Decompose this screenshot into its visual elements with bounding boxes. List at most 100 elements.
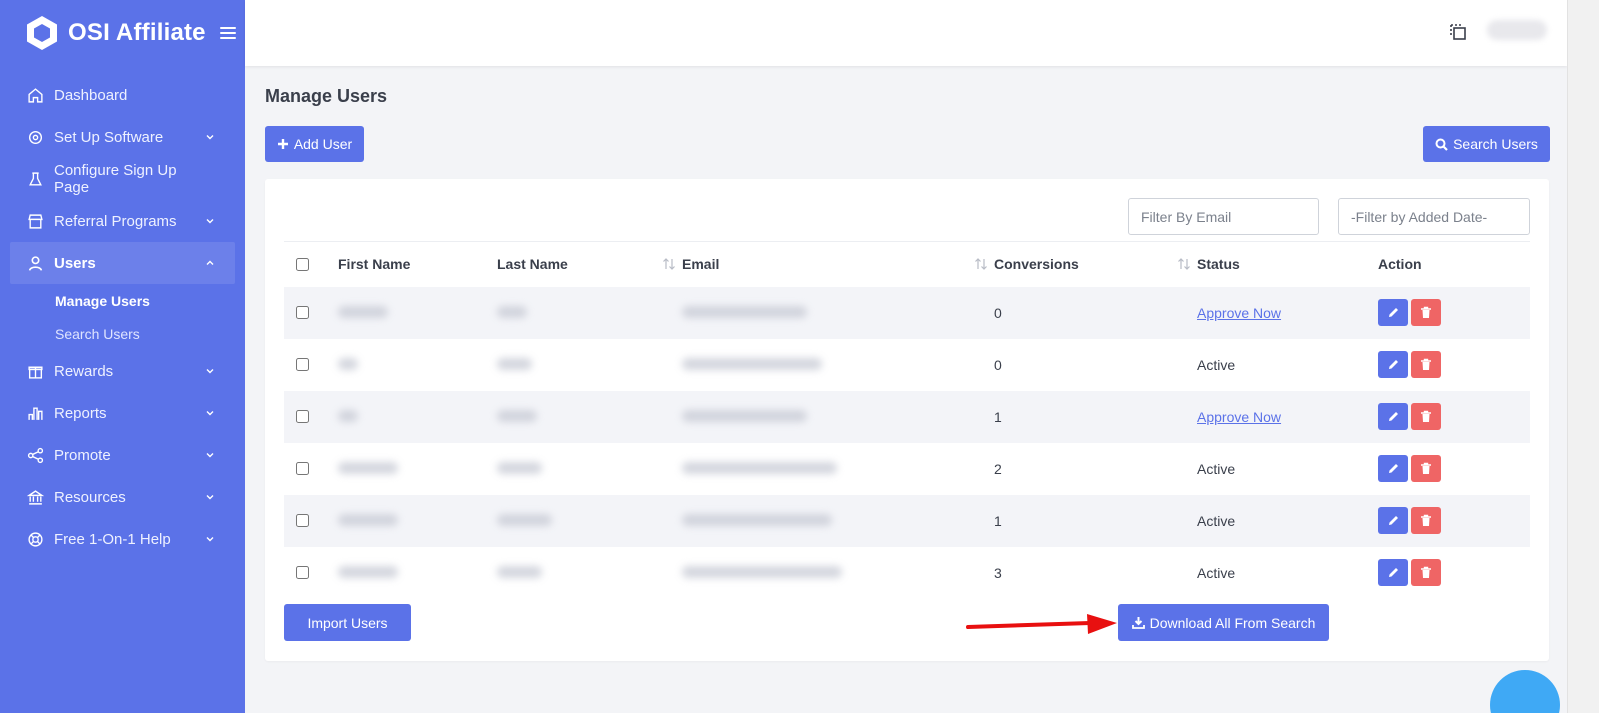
search-users-button[interactable]: Search Users [1423,126,1550,162]
status-text: Active [1197,460,1236,477]
last-name-cell [497,495,682,547]
row-checkbox[interactable] [296,410,309,423]
chevron-down-icon [206,411,214,416]
approve-now-link[interactable]: Approve Now [1197,305,1281,321]
header-label: Email [682,256,720,273]
sidebar-item-rewards[interactable]: Rewards [0,350,245,392]
approve-now-link[interactable]: Approve Now [1197,409,1281,425]
column-header-conversions[interactable]: Conversions [994,242,1197,287]
column-header-status: Status [1197,242,1378,287]
edit-button[interactable] [1378,299,1408,326]
pencil-icon [1388,412,1398,421]
sidebar-item-set-up-software[interactable]: Set Up Software [0,116,245,158]
column-header-first-name[interactable]: First Name [338,242,497,287]
sort-icon[interactable] [1177,257,1191,271]
sidebar-item-free-help[interactable]: Free 1-On-1 Help [0,518,245,560]
sidebar-item-referral-programs[interactable]: Referral Programs [0,200,245,242]
row-actions [1378,507,1530,534]
edit-button[interactable] [1378,455,1408,482]
sidebar-item-dashboard[interactable]: Dashboard [0,74,245,116]
chevron-down-icon [206,369,214,374]
row-checkbox[interactable] [296,514,309,527]
sidebar-subitem-manage-users[interactable]: Manage Users [0,284,245,317]
edit-button[interactable] [1378,403,1408,430]
brand-name: OSI Affiliate [68,19,206,46]
sidebar-item-reports[interactable]: Reports [0,392,245,434]
filter-date-input[interactable] [1338,198,1530,235]
sort-icon[interactable] [974,257,988,271]
redacted-text [682,357,822,370]
trash-icon [1421,306,1431,318]
window-switch-icon[interactable] [1448,22,1468,42]
header-label: Status [1197,256,1240,273]
user-menu-avatar[interactable] [1487,20,1547,40]
row-checkbox[interactable] [296,358,309,371]
delete-button[interactable] [1411,403,1441,430]
redacted-text [338,513,398,526]
download-all-label: Download All From Search [1149,614,1316,631]
redacted-text [497,409,537,422]
lifebuoy-icon [26,530,44,548]
delete-button[interactable] [1411,507,1441,534]
row-actions [1378,299,1530,326]
last-name-cell [497,443,682,495]
redacted-text [338,409,358,422]
hamburger-menu-icon[interactable] [219,27,236,39]
row-checkbox[interactable] [296,306,309,319]
pencil-icon [1388,360,1398,369]
edit-button[interactable] [1378,351,1408,378]
delete-button[interactable] [1411,299,1441,326]
delete-button[interactable] [1411,559,1441,586]
table-row: 0 Approve Now [284,286,1530,339]
trash-icon [1421,514,1431,526]
conversions-cell: 0 [994,356,1002,373]
edit-button[interactable] [1378,507,1408,534]
header-label: Action [1378,256,1422,273]
redacted-text [682,305,807,318]
conversions-cell: 0 [994,304,1002,321]
chat-widget-button[interactable] [1490,670,1560,713]
scrollbar[interactable] [1567,0,1599,713]
header-label: Last Name [497,256,568,273]
row-checkbox[interactable] [296,462,309,475]
last-name-cell [497,287,682,339]
gift-icon [26,362,44,380]
delete-button[interactable] [1411,351,1441,378]
add-user-button[interactable]: Add User [265,126,364,162]
sidebar-item-promote[interactable]: Promote [0,434,245,476]
column-header-last-name[interactable]: Last Name [497,242,682,287]
edit-button[interactable] [1378,559,1408,586]
table-row: 2 Active [284,443,1530,495]
download-icon [1131,617,1145,629]
last-name-cell [497,391,682,443]
sidebar-item-configure-sign-up-page[interactable]: Configure Sign Up Page [0,158,245,200]
column-header-email[interactable]: Email [682,242,994,287]
delete-button[interactable] [1411,455,1441,482]
sidebar-item-resources[interactable]: Resources [0,476,245,518]
users-card: First Name Last Name Email Conversions S… [265,179,1549,661]
first-name-cell [338,391,497,443]
download-all-button[interactable]: Download All From Search [1118,604,1329,641]
row-actions [1378,455,1530,482]
pencil-icon [1388,464,1398,473]
filter-email-input[interactable] [1128,198,1319,235]
sidebar-item-label: Referral Programs [54,212,177,230]
import-users-button[interactable]: Import Users [284,604,411,641]
chevron-down-icon [206,537,214,542]
conversions-cell: 2 [994,460,1002,477]
sidebar-subitem-search-users[interactable]: Search Users [0,317,245,350]
conversions-cell: 1 [994,408,1002,425]
select-all-checkbox[interactable] [296,257,309,271]
sidebar-item-users[interactable]: Users [10,242,235,284]
row-checkbox[interactable] [296,566,309,579]
sidebar-item-label: Rewards [54,362,114,380]
trash-icon [1421,566,1431,578]
share-icon [26,446,44,464]
trash-icon [1421,410,1431,422]
chevron-down-icon [206,495,214,500]
sort-icon[interactable] [662,257,676,271]
user-icon [26,254,44,272]
logo-icon [27,16,57,50]
annotation-arrow [966,614,1117,634]
redacted-text [338,565,398,578]
